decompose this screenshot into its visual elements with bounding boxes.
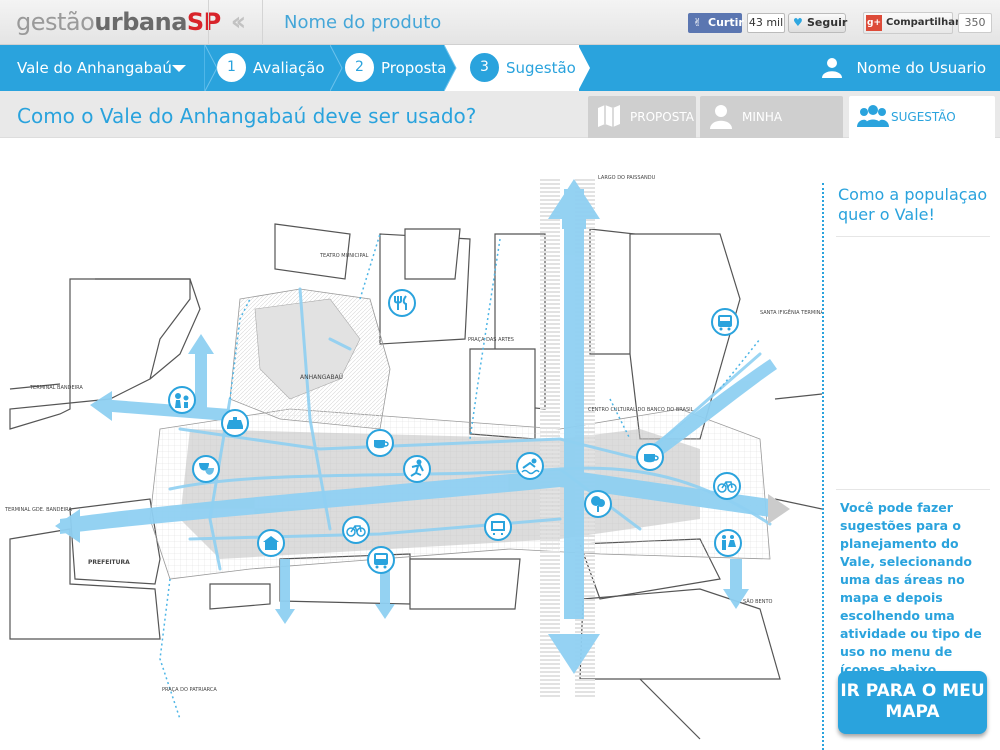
map-icon xyxy=(598,105,620,127)
bus-icon[interactable] xyxy=(711,308,739,336)
site-map[interactable]: TEATRO MUNICIPAL PREFEITURA TERMINAL BAN… xyxy=(0,139,822,750)
restroom-icon[interactable] xyxy=(714,529,742,557)
side-title: Como a populaçao quer o Vale! xyxy=(838,185,988,224)
step-proposta[interactable]: 2 Proposta xyxy=(345,45,455,91)
dotted-divider xyxy=(822,183,824,750)
tree-icon[interactable] xyxy=(584,490,612,518)
coffee-icon[interactable] xyxy=(636,443,664,471)
taxi-icon[interactable] xyxy=(221,409,249,437)
logo[interactable]: gestãourbanaSP xyxy=(16,8,221,36)
facebook-like-button[interactable]: ✌ Curtir xyxy=(688,13,744,33)
go-to-my-map-button[interactable]: IR PARA O MEU MAPA xyxy=(838,671,987,734)
family-icon[interactable] xyxy=(168,386,196,414)
step-sugestao[interactable]: 3 Sugestão xyxy=(470,45,576,91)
kiosk-icon[interactable] xyxy=(257,529,285,557)
twitter-follow-button[interactable]: ♥ Seguir xyxy=(788,13,847,33)
twitter-bird-icon: ♥ xyxy=(793,16,803,29)
bicycle-icon[interactable] xyxy=(713,472,741,500)
step-separator xyxy=(578,45,590,91)
place-dropdown[interactable]: Vale do Anhangabaú xyxy=(0,45,205,91)
svg-text:ANHANGABAÚ: ANHANGABAÚ xyxy=(300,374,343,381)
skate-icon[interactable] xyxy=(403,455,431,483)
restaurant-icon[interactable] xyxy=(388,289,416,317)
svg-text:PRAÇA DAS ARTES: PRAÇA DAS ARTES xyxy=(468,337,514,343)
svg-text:LARGO DO PAISSANDU: LARGO DO PAISSANDU xyxy=(598,175,656,181)
svg-text:SANTA IFIGÊNIA TERMINAL CORREI: SANTA IFIGÊNIA TERMINAL CORREIO xyxy=(760,308,822,316)
gplus-count: 350 xyxy=(958,13,992,33)
thumbs-up-icon: ✌ xyxy=(693,16,703,29)
tab-minha-sugestao[interactable]: MINHA SUGESTÃO xyxy=(700,96,843,166)
svg-text:TERMINAL BANDEIRA: TERMINAL BANDEIRA xyxy=(29,385,83,391)
product-name[interactable]: Nome do produto xyxy=(284,12,441,33)
svg-text:SÃO BENTO: SÃO BENTO xyxy=(743,598,773,605)
bus-icon[interactable] xyxy=(367,546,395,574)
people-icon xyxy=(857,105,889,127)
event-icon[interactable] xyxy=(484,513,512,541)
svg-text:TEATRO MUNICIPAL: TEATRO MUNICIPAL xyxy=(319,253,369,259)
facebook-count: 43 mil xyxy=(747,13,785,33)
user-menu[interactable]: Nome do Usuario xyxy=(821,45,986,91)
user-icon xyxy=(821,58,842,78)
page-title: Como o Vale do Anhangabaú deve ser usado… xyxy=(17,104,477,128)
svg-text:PREFEITURA: PREFEITURA xyxy=(88,559,130,566)
help-text: Você pode fazer sugestões para o planeja… xyxy=(840,500,982,677)
gplus-share-button[interactable]: g+ Compartilhar xyxy=(863,12,960,34)
question-bar: Como o Vale do Anhangabaú deve ser usado… xyxy=(0,91,1000,166)
gplus-icon: g+ xyxy=(866,15,882,31)
tab-proposta[interactable]: PROPOSTA xyxy=(588,96,696,138)
map-canvas[interactable]: TEATRO MUNICIPAL PREFEITURA TERMINAL BAN… xyxy=(0,139,822,750)
divider xyxy=(836,489,990,490)
back-chevron-icon[interactable]: ‹‹ xyxy=(208,0,263,45)
step-separator xyxy=(330,45,343,91)
theater-icon[interactable] xyxy=(192,455,220,483)
chevron-down-icon xyxy=(172,65,186,72)
person-icon xyxy=(710,105,732,129)
swim-icon[interactable] xyxy=(516,452,544,480)
divider xyxy=(836,236,990,237)
coffee-icon[interactable] xyxy=(366,429,394,457)
side-panel: Como a populaçao quer o Vale! Você pode … xyxy=(822,139,1000,750)
svg-text:TERMINAL GDE. BANDEIRA: TERMINAL GDE. BANDEIRA xyxy=(4,507,72,513)
tab-sugestao-geral[interactable]: SUGESTÃO GERAL xyxy=(849,96,995,166)
top-bar: gestãourbanaSP ‹‹ Nome do produto ✌ Curt… xyxy=(0,0,1000,45)
step-avaliacao[interactable]: 1 Avaliação xyxy=(217,45,337,91)
svg-text:CENTRO CULTURAL DO BANCO DO BR: CENTRO CULTURAL DO BANCO DO BRASIL xyxy=(588,407,694,413)
svg-text:PRAÇA DO PATRIARCA: PRAÇA DO PATRIARCA xyxy=(162,687,217,693)
step-separator xyxy=(444,45,458,91)
bicycle-icon[interactable] xyxy=(342,516,370,544)
